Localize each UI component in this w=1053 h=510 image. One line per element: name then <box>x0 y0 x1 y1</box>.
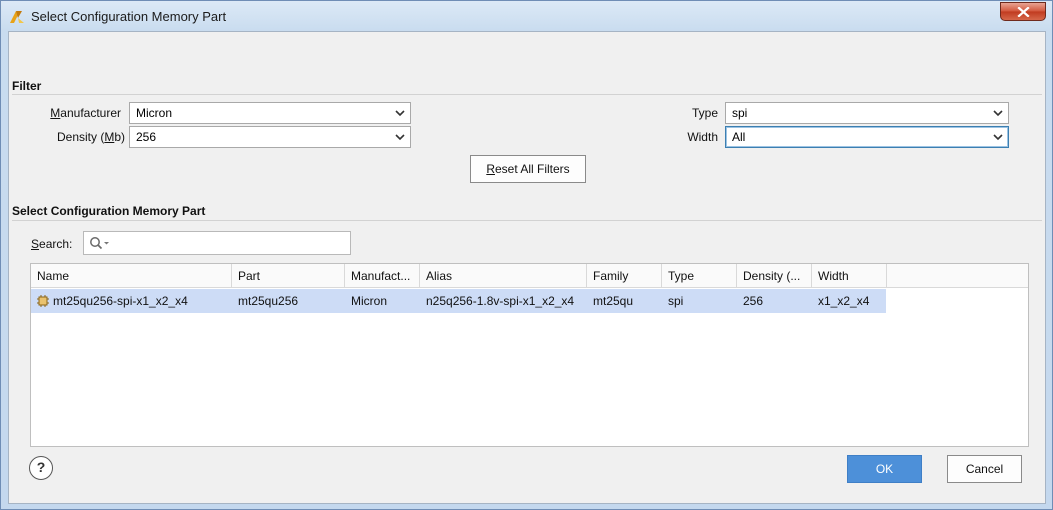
chevron-down-icon <box>993 134 1003 141</box>
manufacturer-select[interactable]: Micron <box>129 102 411 124</box>
type-select[interactable]: spi <box>725 102 1009 124</box>
width-label: Width <box>687 130 718 144</box>
title-bar[interactable]: Select Configuration Memory Part <box>1 1 1052 31</box>
memory-chip-icon <box>37 295 49 307</box>
table-row[interactable]: mt25qu256-spi-x1_x2_x4 mt25qu256 Micron … <box>31 289 886 313</box>
chevron-down-icon <box>395 110 405 117</box>
dialog-window: Select Configuration Memory Part Filter … <box>0 0 1053 510</box>
cell-part: mt25qu256 <box>238 294 299 308</box>
type-label: Type <box>691 106 718 120</box>
dialog-content: Filter Manufacturer Micron Density (Mb) … <box>8 31 1046 504</box>
cell-density: 256 <box>743 294 764 308</box>
cell-type: spi <box>668 294 684 308</box>
cell-alias: n25q256-1.8v-spi-x1_x2_x4 <box>426 294 575 308</box>
chevron-down-icon <box>993 110 1003 117</box>
app-icon <box>9 8 25 24</box>
column-header-alias[interactable]: Alias <box>420 264 587 288</box>
density-value: 256 <box>136 130 157 144</box>
search-icon <box>90 237 109 250</box>
column-header-width[interactable]: Width <box>812 264 887 288</box>
column-header-part[interactable]: Part <box>232 264 345 288</box>
cell-manufacturer: Micron <box>351 294 388 308</box>
table-header: Name Part Manufact... Alias Family Type … <box>31 264 1028 288</box>
manufacturer-value: Micron <box>136 106 173 120</box>
column-header-type[interactable]: Type <box>662 264 737 288</box>
width-select[interactable]: All <box>725 126 1009 148</box>
density-label: Density (Mb) <box>56 130 125 144</box>
width-value: All <box>732 130 746 144</box>
cell-width: x1_x2_x4 <box>818 294 870 308</box>
help-icon: ? <box>36 459 46 475</box>
parts-divider <box>12 220 1042 221</box>
close-icon <box>1017 7 1030 17</box>
filter-divider <box>12 94 1042 95</box>
cell-family: mt25qu <box>593 294 634 308</box>
type-value: spi <box>732 106 748 120</box>
reset-filters-button[interactable]: Reset All Filters <box>470 155 586 183</box>
column-header-manufacturer[interactable]: Manufact... <box>345 264 420 288</box>
cancel-button[interactable]: Cancel <box>947 455 1022 483</box>
column-header-family[interactable]: Family <box>587 264 662 288</box>
ok-button[interactable]: OK <box>847 455 922 483</box>
filter-section-title: Filter <box>12 79 42 93</box>
chevron-down-icon <box>395 134 405 141</box>
help-button[interactable]: ? <box>29 456 53 480</box>
search-input[interactable] <box>83 231 351 255</box>
column-header-name[interactable]: Name <box>31 264 232 288</box>
manufacturer-label: Manufacturer <box>50 106 121 120</box>
cell-name: mt25qu256-spi-x1_x2_x4 <box>31 289 232 313</box>
parts-section-title: Select Configuration Memory Part <box>12 204 206 218</box>
parts-table: Name Part Manufact... Alias Family Type … <box>30 263 1029 447</box>
search-label: Search: <box>31 237 73 251</box>
density-select[interactable]: 256 <box>129 126 411 148</box>
close-button[interactable] <box>1000 2 1046 21</box>
window-title: Select Configuration Memory Part <box>31 9 227 24</box>
column-header-density[interactable]: Density (... <box>737 264 812 288</box>
